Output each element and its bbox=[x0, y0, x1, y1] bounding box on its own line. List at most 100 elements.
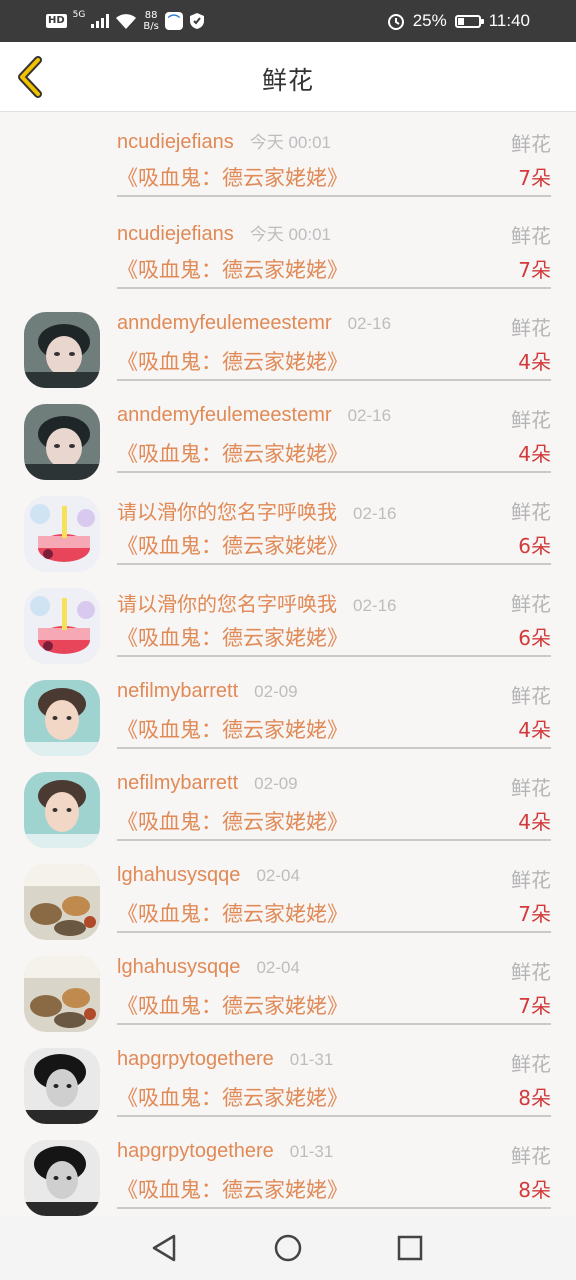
work-title[interactable]: 《吸血鬼：德云家姥姥》 bbox=[117, 622, 348, 652]
divider bbox=[117, 471, 551, 473]
gift-type: 鲜花 bbox=[511, 316, 551, 340]
gift-count: 7朵 bbox=[518, 166, 551, 190]
timestamp: 02-16 bbox=[347, 314, 392, 333]
divider bbox=[117, 747, 551, 749]
avatar[interactable] bbox=[24, 864, 100, 940]
username[interactable]: nefilmybarrett 02-09 bbox=[117, 680, 298, 703]
avatar[interactable] bbox=[24, 1048, 100, 1124]
divider bbox=[117, 931, 551, 933]
work-title[interactable]: 《吸血鬼：德云家姥姥》 bbox=[117, 898, 348, 928]
gift-type: 鲜花 bbox=[511, 1052, 551, 1076]
list-item[interactable]: anndemyfeulemeestemr 02-16 鲜花 《吸血鬼：德云家姥姥》… bbox=[0, 388, 576, 480]
work-title[interactable]: 《吸血鬼：德云家姥姥》 bbox=[117, 1174, 348, 1204]
list-item[interactable]: lghahusysqqe 02-04 鲜花 《吸血鬼：德云家姥姥》 7朵 bbox=[0, 940, 576, 1032]
work-title[interactable]: 《吸血鬼：德云家姥姥》 bbox=[117, 1082, 348, 1112]
list-item[interactable]: hapgrpytogethere 01-31 鲜花 《吸血鬼：德云家姥姥》 8朵 bbox=[0, 1124, 576, 1216]
gift-count: 7朵 bbox=[518, 258, 551, 282]
timestamp: 02-04 bbox=[256, 958, 300, 977]
work-title[interactable]: 《吸血鬼：德云家姥姥》 bbox=[117, 346, 348, 376]
list-item[interactable]: 请以滑你的您名字呼唤我 02-16 鲜花 《吸血鬼：德云家姥姥》 6朵 bbox=[0, 480, 576, 572]
list-item[interactable]: hapgrpytogethere 01-31 鲜花 《吸血鬼：德云家姥姥》 8朵 bbox=[0, 1032, 576, 1124]
gift-count: 4朵 bbox=[518, 718, 551, 742]
avatar[interactable] bbox=[24, 588, 100, 664]
work-title[interactable]: 《吸血鬼：德云家姥姥》 bbox=[117, 714, 348, 744]
timestamp: 今天 00:01 bbox=[249, 133, 332, 152]
recents-square-icon[interactable] bbox=[394, 1232, 426, 1264]
gift-count: 4朵 bbox=[518, 810, 551, 834]
divider bbox=[117, 287, 551, 289]
gift-count: 4朵 bbox=[518, 350, 551, 374]
gift-record-list[interactable]: ncudiejefians 今天 00:01 鲜花 《吸血鬼：德云家姥姥》 7朵 … bbox=[0, 112, 576, 1216]
username[interactable]: ncudiejefians 今天 00:01 bbox=[117, 220, 331, 246]
timestamp: 02-16 bbox=[353, 504, 397, 523]
timestamp: 01-31 bbox=[289, 1142, 334, 1161]
list-item[interactable]: ncudiejefians 今天 00:01 鲜花 《吸血鬼：德云家姥姥》 7朵 bbox=[0, 112, 576, 204]
username[interactable]: hapgrpytogethere 01-31 bbox=[117, 1048, 333, 1071]
avatar[interactable] bbox=[24, 680, 100, 756]
username[interactable]: anndemyfeulemeestemr 02-16 bbox=[117, 312, 391, 335]
gift-type: 鲜花 bbox=[511, 500, 551, 524]
work-title[interactable]: 《吸血鬼：德云家姥姥》 bbox=[117, 990, 348, 1020]
username[interactable]: 请以滑你的您名字呼唤我 02-16 bbox=[117, 588, 396, 617]
gift-count: 8朵 bbox=[518, 1086, 551, 1110]
divider bbox=[117, 1207, 551, 1209]
list-item[interactable]: anndemyfeulemeestemr 02-16 鲜花 《吸血鬼：德云家姥姥》… bbox=[0, 296, 576, 388]
work-title[interactable]: 《吸血鬼：德云家姥姥》 bbox=[117, 530, 348, 560]
gift-count: 7朵 bbox=[518, 902, 551, 926]
list-item[interactable]: ncudiejefians 今天 00:01 鲜花 《吸血鬼：德云家姥姥》 7朵 bbox=[0, 204, 576, 296]
avatar[interactable] bbox=[24, 312, 100, 388]
header: 鲜花 bbox=[0, 42, 576, 112]
app-notification-icon: ⌒ bbox=[164, 12, 183, 30]
gift-count: 6朵 bbox=[518, 626, 551, 650]
timestamp: 02-09 bbox=[254, 774, 298, 793]
timestamp: 02-04 bbox=[256, 866, 300, 885]
username[interactable]: anndemyfeulemeestemr 02-16 bbox=[117, 404, 391, 427]
gift-count: 8朵 bbox=[518, 1178, 551, 1202]
list-item[interactable]: nefilmybarrett 02-09 鲜花 《吸血鬼：德云家姥姥》 4朵 bbox=[0, 664, 576, 756]
username[interactable]: nefilmybarrett 02-09 bbox=[117, 772, 298, 795]
gift-type: 鲜花 bbox=[511, 1144, 551, 1168]
work-title[interactable]: 《吸血鬼：德云家姥姥》 bbox=[117, 254, 348, 284]
divider bbox=[117, 195, 551, 197]
username[interactable]: 请以滑你的您名字呼唤我 02-16 bbox=[117, 496, 396, 525]
username[interactable]: ncudiejefians 今天 00:01 bbox=[117, 128, 331, 154]
gift-count: 4朵 bbox=[518, 442, 551, 466]
list-item[interactable]: lghahusysqqe 02-04 鲜花 《吸血鬼：德云家姥姥》 7朵 bbox=[0, 848, 576, 940]
timestamp: 今天 00:01 bbox=[249, 225, 332, 244]
gift-type: 鲜花 bbox=[511, 224, 551, 248]
gift-type: 鲜花 bbox=[511, 132, 551, 156]
signal-icon bbox=[91, 14, 110, 28]
divider bbox=[117, 1023, 551, 1025]
divider bbox=[117, 563, 551, 565]
avatar[interactable] bbox=[24, 404, 100, 480]
avatar[interactable] bbox=[24, 496, 100, 572]
shield-icon bbox=[189, 13, 204, 29]
timestamp: 01-31 bbox=[289, 1050, 334, 1069]
username[interactable]: lghahusysqqe 02-04 bbox=[117, 864, 300, 887]
battery-percent: 25% bbox=[412, 11, 447, 30]
work-title[interactable]: 《吸血鬼：德云家姥姥》 bbox=[117, 806, 348, 836]
username[interactable]: lghahusysqqe 02-04 bbox=[117, 956, 300, 979]
avatar[interactable] bbox=[24, 1140, 100, 1216]
timestamp: 02-16 bbox=[353, 596, 397, 615]
work-title[interactable]: 《吸血鬼：德云家姥姥》 bbox=[117, 438, 348, 468]
status-bar: HD 5G 88 B/s ⌒ 25% 11:40 bbox=[0, 0, 576, 42]
username[interactable]: hapgrpytogethere 01-31 bbox=[117, 1140, 333, 1163]
gift-type: 鲜花 bbox=[511, 868, 551, 892]
work-title[interactable]: 《吸血鬼：德云家姥姥》 bbox=[117, 162, 348, 192]
back-triangle-icon[interactable] bbox=[148, 1232, 180, 1264]
clock: 11:40 bbox=[488, 11, 530, 30]
gift-type: 鲜花 bbox=[511, 684, 551, 708]
timestamp: 02-09 bbox=[254, 682, 298, 701]
gift-type: 鲜花 bbox=[511, 408, 551, 432]
divider bbox=[117, 379, 551, 381]
list-item[interactable]: 请以滑你的您名字呼唤我 02-16 鲜花 《吸血鬼：德云家姥姥》 6朵 bbox=[0, 572, 576, 664]
avatar[interactable] bbox=[24, 772, 100, 848]
net-speed: 88 B/s bbox=[143, 10, 159, 32]
gift-type: 鲜花 bbox=[511, 776, 551, 800]
battery-icon bbox=[454, 14, 484, 28]
list-item[interactable]: nefilmybarrett 02-09 鲜花 《吸血鬼：德云家姥姥》 4朵 bbox=[0, 756, 576, 848]
home-circle-icon[interactable] bbox=[272, 1232, 304, 1264]
avatar[interactable] bbox=[24, 956, 100, 1032]
gift-type: 鲜花 bbox=[511, 592, 551, 616]
